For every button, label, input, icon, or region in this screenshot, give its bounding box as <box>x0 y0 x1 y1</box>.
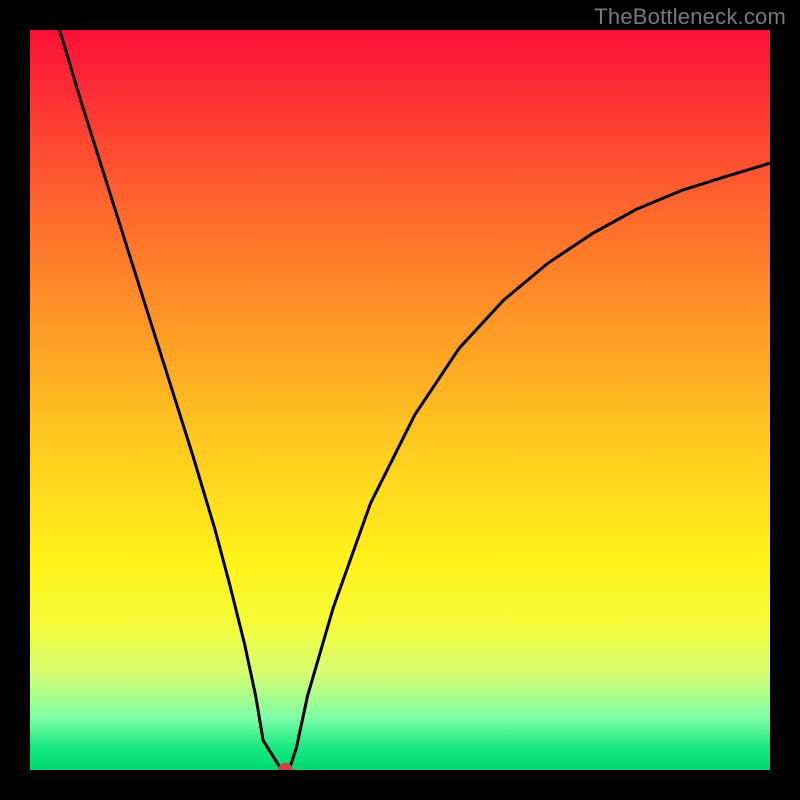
plot-area <box>30 30 770 770</box>
bottleneck-curve <box>60 30 770 770</box>
chart-outer-frame: TheBottleneck.com <box>0 0 800 800</box>
curve-layer <box>30 30 770 770</box>
watermark-text: TheBottleneck.com <box>594 4 786 30</box>
